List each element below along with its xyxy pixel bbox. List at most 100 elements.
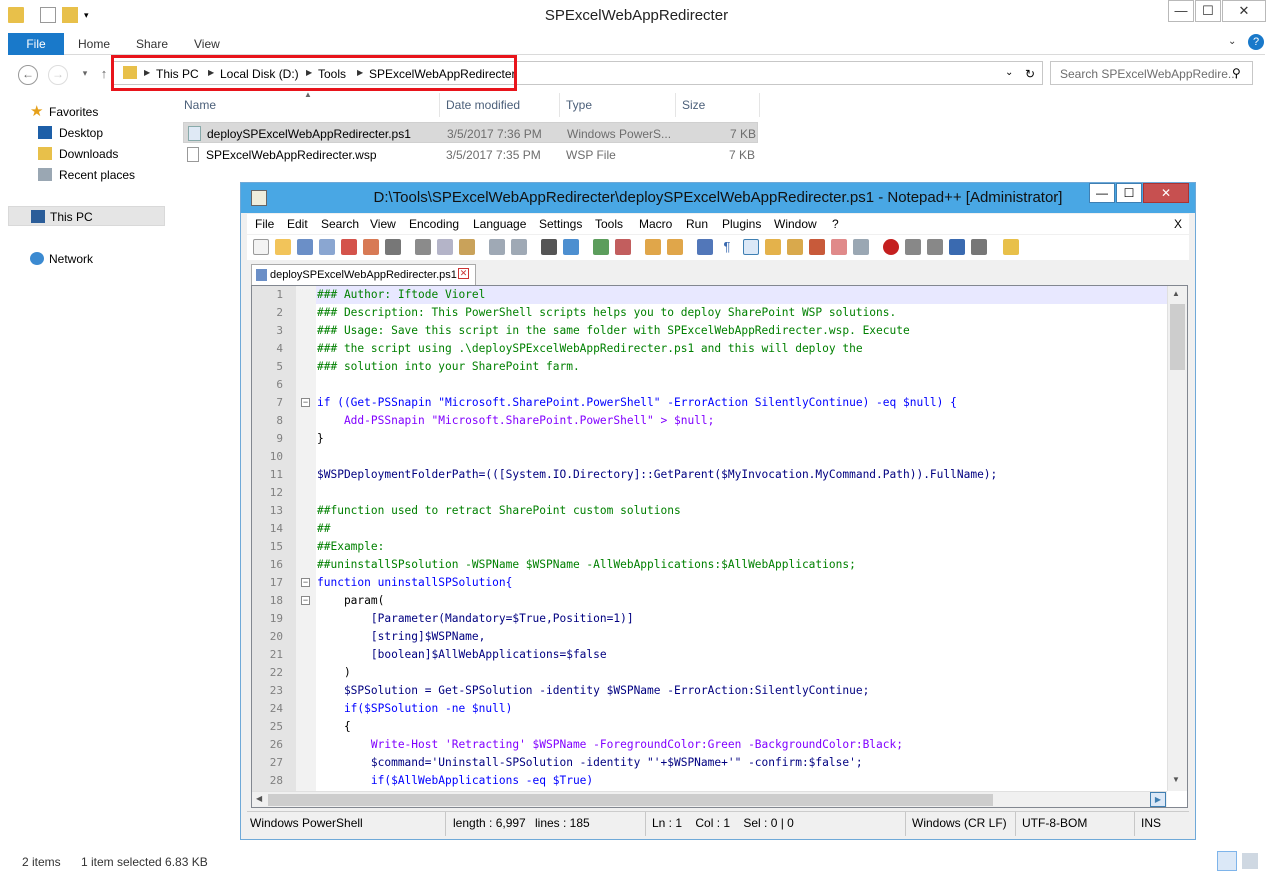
user-language-icon[interactable]: [765, 239, 781, 255]
document-tab[interactable]: deploySPExcelWebAppRedirecter.ps1 ✕: [251, 264, 476, 285]
file-row[interactable]: deploySPExcelWebAppRedirecter.ps1 3/5/20…: [183, 122, 758, 143]
scroll-up-icon[interactable]: ▲: [1172, 289, 1180, 298]
back-button[interactable]: ←: [18, 65, 38, 85]
tab-view[interactable]: View: [194, 37, 220, 51]
scrollbar-thumb[interactable]: [268, 794, 993, 806]
menu-help[interactable]: ?: [832, 217, 839, 231]
tab-share[interactable]: Share: [136, 37, 168, 51]
show-all-characters-icon[interactable]: ¶: [719, 239, 735, 255]
line-number: 13: [269, 504, 283, 517]
replace-icon[interactable]: [563, 239, 579, 255]
help-icon[interactable]: ?: [1248, 34, 1264, 50]
desktop-icon: [38, 126, 52, 139]
ribbon: File Home Share View ⌄ ?: [8, 33, 1265, 55]
open-file-icon[interactable]: [275, 239, 291, 255]
menu-view[interactable]: View: [370, 217, 396, 231]
close-icon[interactable]: [341, 239, 357, 255]
status-language: Windows PowerShell: [250, 816, 363, 830]
function-list-icon[interactable]: [809, 239, 825, 255]
indent-guide-icon[interactable]: [743, 239, 759, 255]
tab-home[interactable]: Home: [78, 37, 110, 51]
maximize-button[interactable]: ☐: [1116, 183, 1142, 203]
fold-toggle-icon[interactable]: −: [301, 596, 310, 605]
code-line: [string]$WSPName,: [317, 630, 486, 643]
chevron-down-icon[interactable]: ⌄: [1228, 36, 1236, 47]
minimize-button[interactable]: —: [1089, 183, 1115, 203]
nav-this-pc[interactable]: This PC: [8, 206, 165, 226]
menu-edit[interactable]: Edit: [287, 217, 308, 231]
record-macro-icon[interactable]: [883, 239, 899, 255]
vertical-scrollbar[interactable]: ▲ ▼: [1167, 286, 1187, 791]
save-icon[interactable]: [297, 239, 313, 255]
code-line: $WSPDeploymentFolderPath=(([System.IO.Di…: [317, 468, 998, 481]
zoom-in-icon[interactable]: [593, 239, 609, 255]
close-all-icon[interactable]: [363, 239, 379, 255]
nav-desktop[interactable]: Desktop: [8, 123, 165, 143]
menu-window[interactable]: Window: [774, 217, 817, 231]
scrollbar-thumb[interactable]: [1170, 304, 1185, 370]
menu-file[interactable]: File: [255, 217, 274, 231]
menu-search[interactable]: Search: [321, 217, 359, 231]
menu-tools[interactable]: Tools: [595, 217, 623, 231]
fold-margin[interactable]: − − −: [296, 286, 316, 791]
word-wrap-icon[interactable]: [697, 239, 713, 255]
file-tab[interactable]: File: [8, 33, 64, 55]
menu-run[interactable]: Run: [686, 217, 708, 231]
new-file-icon[interactable]: [253, 239, 269, 255]
scroll-down-icon[interactable]: ▼: [1172, 775, 1180, 784]
print-icon[interactable]: [385, 239, 401, 255]
refresh-icon[interactable]: ↻: [1025, 67, 1035, 81]
menu-macro[interactable]: Macro: [639, 217, 672, 231]
menu-settings[interactable]: Settings: [539, 217, 582, 231]
fold-toggle-icon[interactable]: −: [301, 398, 310, 407]
sync-horizontal-icon[interactable]: [667, 239, 683, 255]
column-type[interactable]: Type: [560, 93, 676, 117]
document-map-icon[interactable]: [787, 239, 803, 255]
folder-as-workspace-icon[interactable]: [831, 239, 847, 255]
nav-network[interactable]: Network: [8, 249, 165, 269]
close-tab-icon[interactable]: ✕: [458, 268, 469, 279]
nav-favorites[interactable]: ★ Favorites: [8, 102, 165, 122]
large-icons-view-icon[interactable]: [1242, 853, 1258, 869]
forward-button[interactable]: →: [48, 65, 68, 85]
plugin-icon[interactable]: [1003, 239, 1019, 255]
run-macro-multiple-icon[interactable]: [949, 239, 965, 255]
notepad-title: D:\Tools\SPExcelWebAppRedirecter\deployS…: [373, 189, 1063, 206]
cut-icon[interactable]: [415, 239, 431, 255]
minimize-button[interactable]: —: [1168, 0, 1194, 22]
save-all-icon[interactable]: [319, 239, 335, 255]
nav-recent-places[interactable]: Recent places: [8, 165, 165, 185]
copy-icon[interactable]: [437, 239, 453, 255]
undo-icon[interactable]: [489, 239, 505, 255]
fold-toggle-icon[interactable]: −: [301, 578, 310, 587]
redo-icon[interactable]: [511, 239, 527, 255]
paste-icon[interactable]: [459, 239, 475, 255]
code-line: Write-Host 'Retracting' $WSPName -Foregr…: [317, 738, 903, 751]
code-editor[interactable]: 1 2 3 4 5 6 7 8 9 10 11 12 13 14 15 16 17 18 19 20 21 22 23 24 2…: [251, 285, 1188, 808]
stop-macro-icon[interactable]: [905, 239, 921, 255]
menu-plugins[interactable]: Plugins: [722, 217, 761, 231]
menu-language[interactable]: Language: [473, 217, 526, 231]
close-button[interactable]: ✕: [1222, 0, 1266, 22]
scroll-right-icon[interactable]: ▶: [1150, 792, 1166, 807]
details-view-icon[interactable]: [1217, 851, 1237, 871]
sync-vertical-icon[interactable]: [645, 239, 661, 255]
recent-locations-button[interactable]: ▾: [75, 65, 95, 85]
column-date-modified[interactable]: Date modified: [440, 93, 560, 117]
close-document-button[interactable]: X: [1174, 217, 1182, 231]
file-row[interactable]: SPExcelWebAppRedirecter.wsp 3/5/2017 7:3…: [183, 144, 758, 165]
column-size[interactable]: Size: [676, 93, 760, 117]
chevron-down-icon[interactable]: ⌄: [1005, 67, 1013, 78]
find-icon[interactable]: [541, 239, 557, 255]
zoom-out-icon[interactable]: [615, 239, 631, 255]
close-button[interactable]: ✕: [1143, 183, 1189, 203]
play-macro-icon[interactable]: [927, 239, 943, 255]
monitoring-icon[interactable]: [853, 239, 869, 255]
nav-downloads[interactable]: Downloads: [8, 144, 165, 164]
maximize-button[interactable]: ☐: [1195, 0, 1221, 22]
save-macro-icon[interactable]: [971, 239, 987, 255]
search-input[interactable]: Search SPExcelWebAppRedire...: [1050, 61, 1253, 85]
scroll-left-icon[interactable]: ◀: [256, 794, 262, 803]
horizontal-scrollbar[interactable]: ◀ ▶: [252, 791, 1167, 807]
menu-encoding[interactable]: Encoding: [409, 217, 459, 231]
